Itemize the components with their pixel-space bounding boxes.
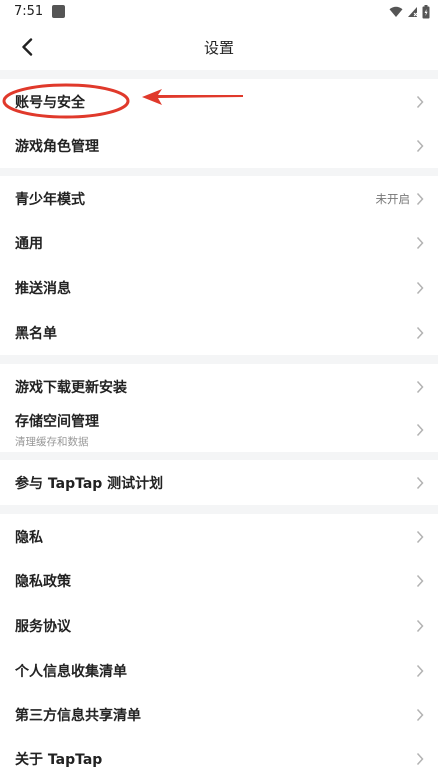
- settings-item-label: 隐私: [15, 529, 43, 546]
- settings-item-label: 推送消息: [15, 280, 71, 297]
- chevron-right-icon: [416, 574, 424, 587]
- settings-item-label: 游戏下载更新安装: [15, 379, 127, 396]
- status-bar: 7:51: [0, 0, 438, 24]
- chevron-right-icon: [416, 664, 424, 677]
- settings-item-privacy[interactable]: 隐私: [0, 514, 438, 559]
- settings-item-label: 存储空间管理: [15, 413, 99, 430]
- chevron-right-icon: [416, 752, 424, 765]
- settings-item-label: 黑名单: [15, 325, 57, 342]
- section-divider: [0, 452, 438, 460]
- chevron-right-icon: [416, 236, 424, 249]
- app-notification-icon: [52, 5, 65, 18]
- chevron-right-icon: [416, 139, 424, 152]
- settings-item-label: 账号与安全: [15, 94, 85, 111]
- status-time: 7:51: [14, 4, 44, 19]
- section-divider: [0, 505, 438, 514]
- settings-item-blacklist[interactable]: 黑名单: [0, 310, 438, 355]
- settings-item-label: 通用: [15, 235, 43, 252]
- settings-item-label: 第三方信息共享清单: [15, 707, 141, 724]
- settings-item-personal-info-list[interactable]: 个人信息收集清单: [0, 648, 438, 693]
- section-divider: [0, 70, 438, 79]
- chevron-right-icon: [416, 708, 424, 721]
- teen-mode-status: 未开启: [375, 191, 411, 206]
- settings-item-label: 游戏角色管理: [15, 138, 99, 155]
- chevron-right-icon: [416, 281, 424, 294]
- settings-item-push-notifications[interactable]: 推送消息: [0, 265, 438, 310]
- settings-item-teen-mode[interactable]: 青少年模式 未开启: [0, 176, 438, 221]
- settings-item-sublabel: 清理缓存和数据: [15, 435, 89, 448]
- battery-icon: [422, 5, 430, 19]
- settings-item-game-downloads[interactable]: 游戏下载更新安装: [0, 364, 438, 409]
- settings-item-game-roles[interactable]: 游戏角色管理: [0, 123, 438, 168]
- settings-item-general[interactable]: 通用: [0, 220, 438, 265]
- chevron-right-icon: [416, 380, 424, 393]
- chevron-right-icon: [416, 95, 424, 108]
- page-title: 设置: [203, 39, 234, 57]
- cell-signal-icon: [408, 7, 418, 17]
- settings-item-label: 关于 TapTap: [15, 751, 103, 768]
- settings-item-third-party-sharing[interactable]: 第三方信息共享清单: [0, 692, 438, 737]
- chevron-right-icon: [416, 619, 424, 632]
- settings-item-text: 存储空间管理 清理缓存和数据: [15, 411, 416, 449]
- status-icons: [389, 4, 430, 20]
- settings-item-label: 参与 TapTap 测试计划: [15, 475, 164, 492]
- section-divider: [0, 168, 438, 176]
- section-divider: [0, 355, 438, 364]
- settings-item-label: 服务协议: [15, 618, 71, 635]
- chevron-right-icon: [416, 530, 424, 543]
- chevron-right-icon: [416, 423, 424, 436]
- settings-item-label: 个人信息收集清单: [15, 663, 127, 680]
- settings-item-label: 隐私政策: [15, 573, 71, 590]
- settings-item-service-agreement[interactable]: 服务协议: [0, 603, 438, 648]
- chevron-right-icon: [416, 192, 424, 205]
- settings-item-account-security[interactable]: 账号与安全: [0, 79, 438, 124]
- settings-item-storage[interactable]: 存储空间管理 清理缓存和数据: [0, 407, 438, 452]
- wifi-icon: [389, 6, 403, 17]
- chevron-right-icon: [416, 476, 424, 489]
- settings-item-label: 青少年模式: [15, 191, 85, 208]
- settings-item-privacy-policy[interactable]: 隐私政策: [0, 558, 438, 603]
- top-app-bar: 设置: [0, 24, 438, 70]
- settings-item-about[interactable]: 关于 TapTap: [0, 737, 438, 780]
- chevron-right-icon: [416, 326, 424, 339]
- settings-item-beta-program[interactable]: 参与 TapTap 测试计划: [0, 460, 438, 505]
